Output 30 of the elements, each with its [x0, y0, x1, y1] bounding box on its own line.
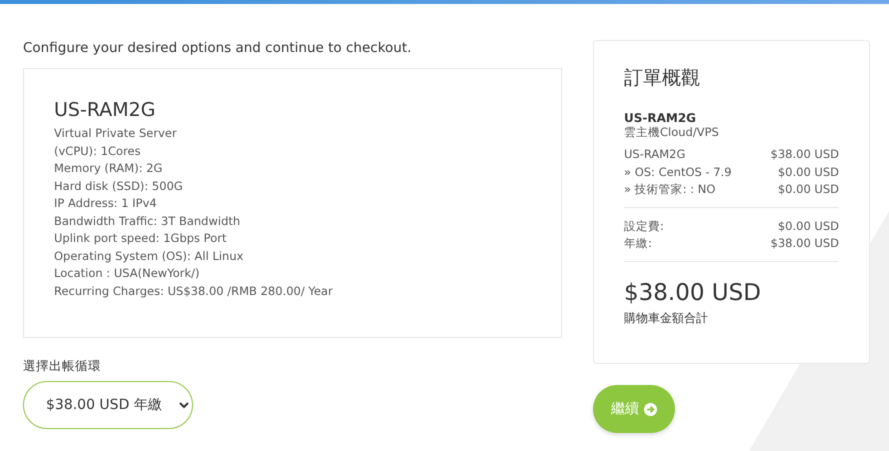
product-spec: Memory (RAM): 2G	[54, 160, 164, 177]
product-spec: Hard disk (SSD): 500G	[54, 178, 184, 194]
product-spec: Uplink port speed: 1Gbps Port	[54, 230, 228, 247]
fee-label: 設定費:	[624, 218, 664, 234]
line-item-label: » 技術管家: : NO	[624, 181, 716, 198]
total-amount: $38.00 USD	[624, 280, 762, 306]
product-spec: Operating System (OS): All Linux	[54, 248, 244, 264]
line-item-price: $38.00 USD	[770, 146, 839, 163]
summary-product: US-RAM2G	[624, 111, 698, 125]
fee-price: $38.00 USD	[770, 235, 839, 252]
line-item-label: US-RAM2G	[624, 146, 686, 163]
product-spec: Virtual Private Server	[54, 125, 178, 142]
product-spec: Recurring Charges: US$38.00 /RMB 280.00/ Year	[54, 282, 334, 300]
summary-group: 雲主機Cloud/VPS	[624, 125, 839, 140]
summary-title: 訂單概觀	[624, 66, 701, 91]
billing-cycle-select[interactable]: $38.00 USD 年繳	[23, 381, 193, 429]
product-name: US-RAM2G	[54, 99, 156, 121]
billing-cycle-label: 選擇出帳循環	[23, 358, 102, 375]
total-label: 購物車金額合計	[624, 310, 709, 326]
product-spec: Bandwidth Traffic: 3T Bandwidth	[54, 212, 242, 230]
line-item-label: » OS: CentOS - 7.9	[624, 164, 732, 180]
product-spec: IP Address: 1 IPv4	[54, 195, 158, 212]
fee-label: 年繳:	[624, 235, 652, 252]
line-item-price: $0.00 USD	[778, 181, 839, 198]
product-spec: Location : USA(NewYork/)	[54, 265, 200, 282]
product-spec: (vCPU): 1Cores	[54, 142, 142, 160]
line-item-price: $0.00 USD	[778, 164, 839, 180]
intro-text: Configure your desired options and continue to checkout.	[23, 40, 412, 56]
arrow-icon	[644, 402, 657, 416]
fee-price: $0.00 USD	[778, 218, 839, 234]
